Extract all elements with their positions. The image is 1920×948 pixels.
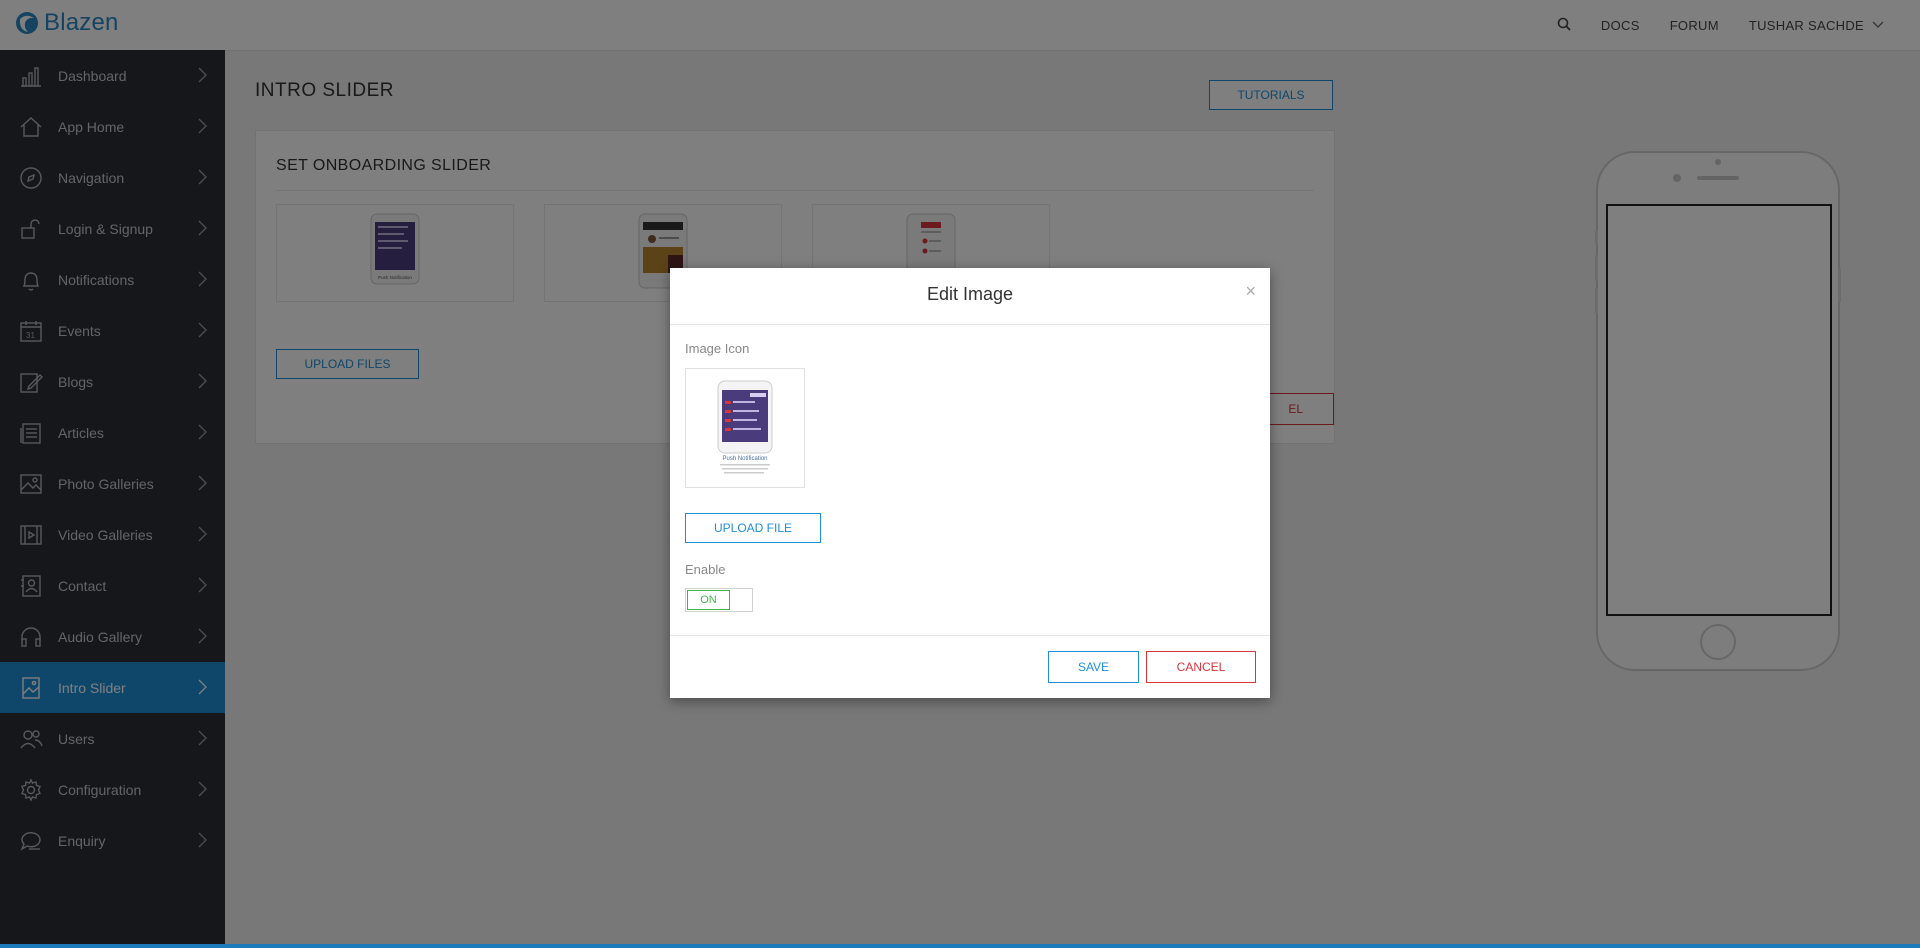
enable-label: Enable [685,562,726,577]
close-icon[interactable]: × [1245,281,1256,302]
bottom-status-strip [0,944,1920,948]
upload-file-button[interactable]: UPLOAD FILE [685,513,821,543]
edit-image-modal: Edit Image × Image Icon Push Notificatio… [670,268,1270,698]
modal-footer-divider [670,635,1270,636]
preview-caption: Push Notification [722,456,767,462]
image-icon-label: Image Icon [685,341,750,356]
modal-header: Edit Image × [670,268,1270,325]
cancel-button[interactable]: CANCEL [1146,651,1256,683]
enable-toggle[interactable]: ON [685,588,753,612]
toggle-on-state: ON [687,590,730,610]
save-button[interactable]: SAVE [1048,651,1139,683]
image-preview: Push Notification [685,368,805,488]
phone-screenshot-image: Push Notification [717,380,773,474]
modal-title: Edit Image [926,284,1014,304]
